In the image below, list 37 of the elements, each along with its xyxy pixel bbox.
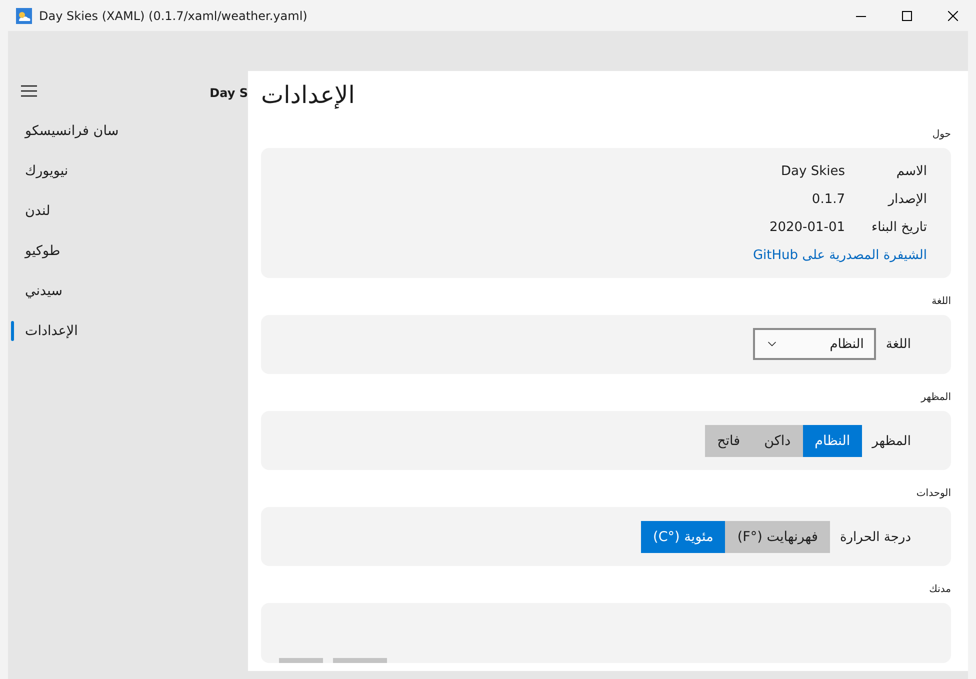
field-label: الاسم (895, 163, 927, 181)
segment-option[interactable]: فهرنهايت (°F) (725, 521, 830, 553)
setting-label: اللغة (886, 336, 911, 352)
nav-item[interactable]: الإعدادات (8, 311, 248, 351)
language-dropdown[interactable]: النظام (752, 328, 876, 360)
app-name: Day S (210, 86, 248, 100)
page-title: الإعدادات (261, 80, 355, 111)
partial-button[interactable] (279, 658, 323, 663)
nav-item[interactable]: طوكيو (8, 231, 248, 271)
field-value: 2020-01-01 (768, 219, 845, 237)
field-label: الإصدار (886, 191, 927, 209)
section-heading: مدنك (928, 583, 951, 597)
close-icon (948, 10, 958, 20)
nav-item[interactable]: سيدني (8, 271, 248, 311)
maximize-icon (902, 10, 912, 20)
segment-option[interactable]: داكن (752, 425, 803, 457)
section-heading: الوحدات (915, 487, 951, 501)
segment-option[interactable]: فاتح (705, 425, 752, 457)
section-heading: حول (931, 128, 951, 142)
field-label: تاريخ البناء (870, 219, 927, 237)
section-heading: المظهر (920, 391, 951, 405)
segment-option[interactable]: مئوية (°C) (641, 521, 726, 553)
nav-item[interactable]: نيويورك (8, 151, 248, 191)
menu-button[interactable] (20, 84, 38, 98)
nav-item[interactable]: سان فرانسيسكو (8, 111, 248, 151)
setting-label: المظهر (872, 434, 911, 448)
field-value: Day Skies (780, 163, 845, 181)
field-value: 0.1.7 (810, 191, 845, 209)
window-title: Day Skies (XAML) (0.1.7/xaml/weather.yaml) (39, 8, 308, 22)
section-heading: اللغة (930, 295, 951, 309)
nav-item[interactable]: لندن (8, 191, 248, 231)
partial-button[interactable] (333, 658, 387, 663)
setting-label: درجة الحرارة (840, 530, 911, 544)
source-link[interactable]: الشيفرة المصدرية على GitHub (752, 242, 927, 270)
menu-icon (20, 84, 38, 98)
app-icon (16, 8, 32, 24)
segment-option[interactable]: النظام (802, 425, 862, 457)
